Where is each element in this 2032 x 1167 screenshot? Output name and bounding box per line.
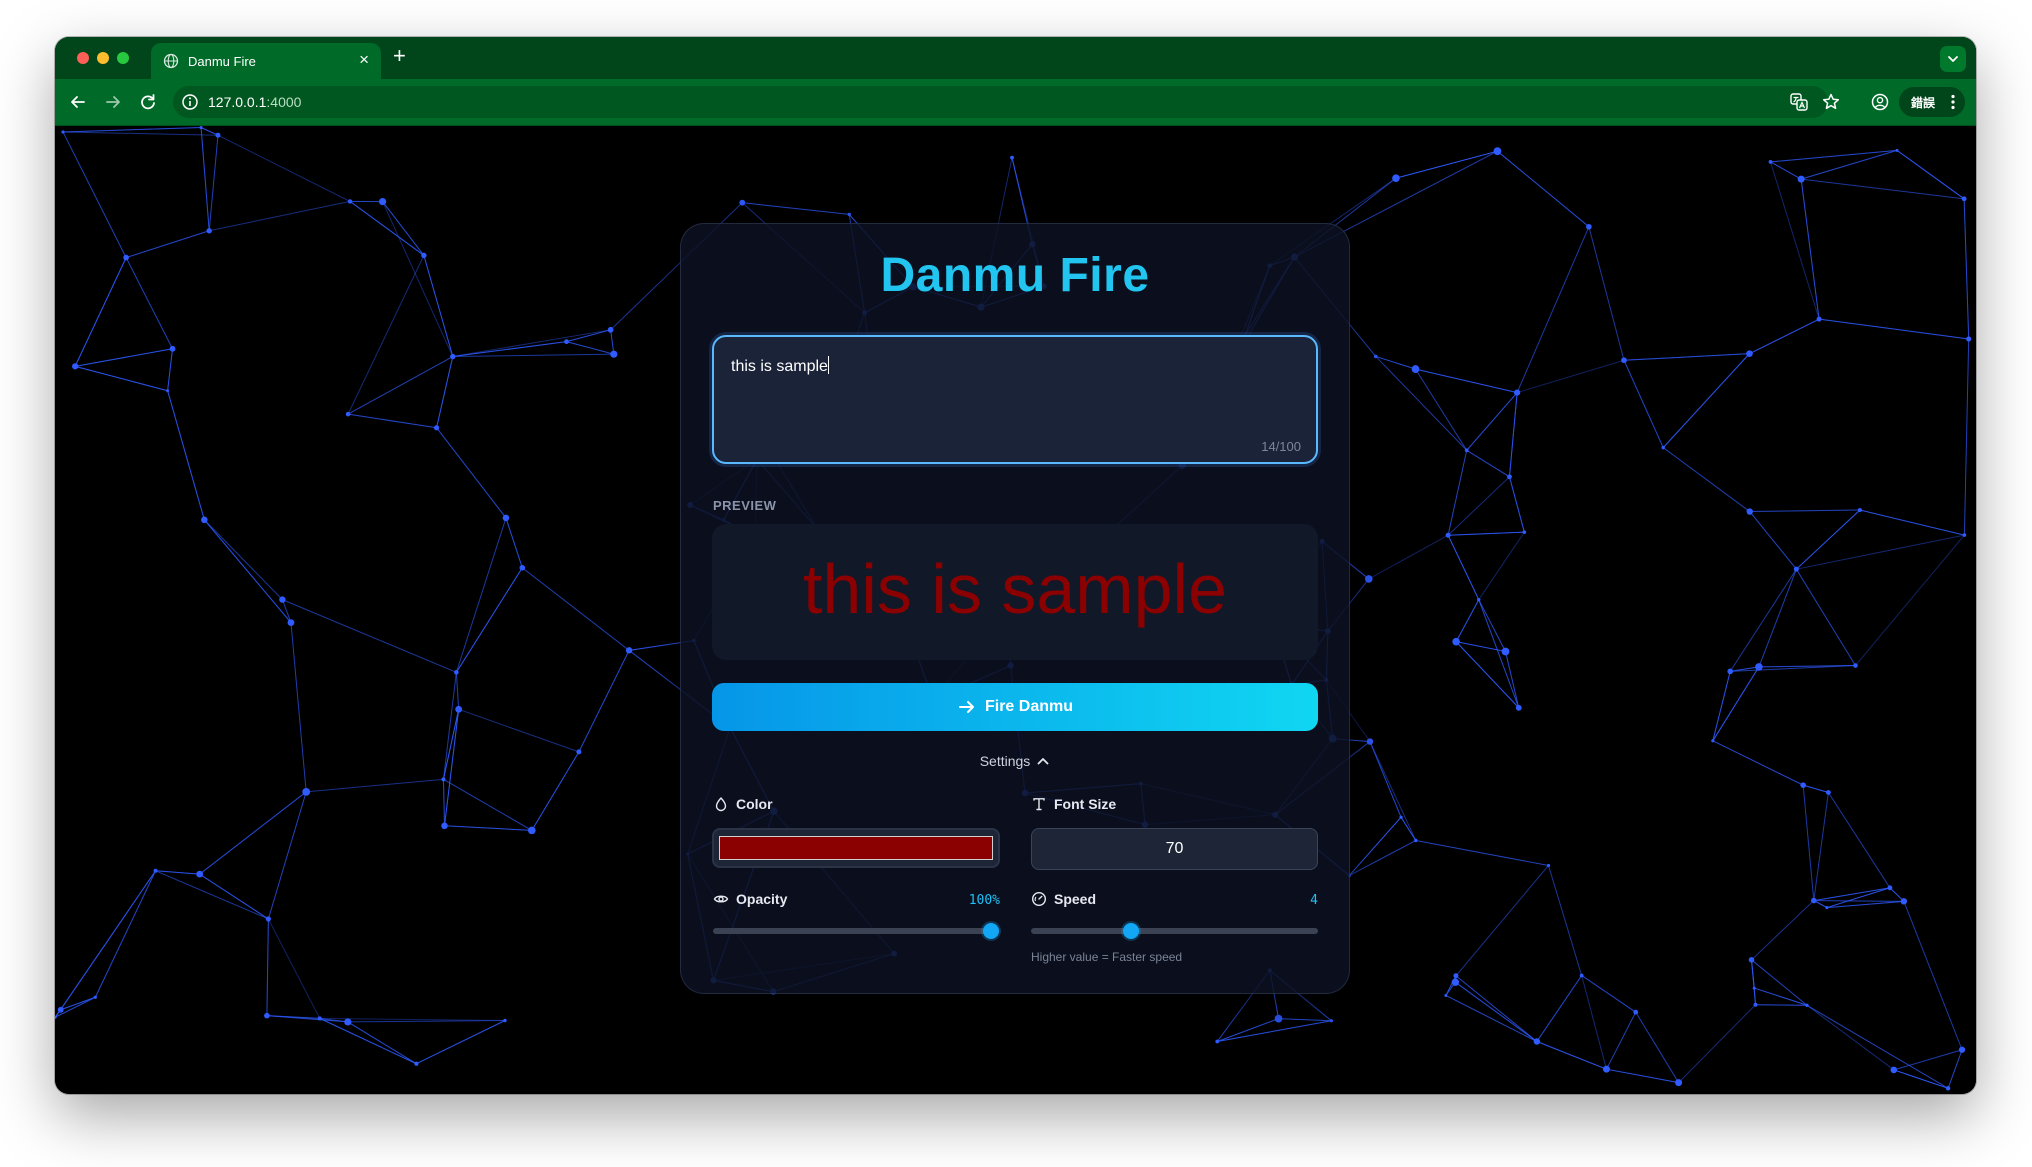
opacity-value: 100%	[968, 893, 1000, 908]
type-icon	[1033, 798, 1045, 811]
tab-strip: Danmu Fire × +	[55, 37, 1976, 79]
bookmark-star-icon[interactable]	[1820, 91, 1842, 113]
minimize-window-button[interactable]	[97, 52, 109, 64]
speed-value: 4	[1310, 893, 1318, 908]
settings-label: Settings	[979, 753, 1031, 769]
danmu-card: Danmu Fire this is sample 14/100 PREVIEW…	[680, 223, 1350, 994]
message-value: this is sample	[731, 358, 828, 375]
preview-text: this is sample	[802, 550, 1228, 628]
browser-window: Danmu Fire × + 127.0.0.1:4000 錯誤 Danmu F…	[55, 37, 1976, 1094]
color-swatch	[719, 836, 993, 860]
message-text: this is sample	[731, 356, 829, 376]
color-label: Color	[736, 796, 773, 812]
close-tab-icon[interactable]: ×	[359, 51, 369, 68]
opacity-slider[interactable]	[713, 923, 999, 939]
preview-label: PREVIEW	[713, 498, 777, 513]
message-textarea[interactable]: this is sample 14/100	[712, 335, 1318, 464]
settings-toggle[interactable]: Settings	[681, 753, 1349, 769]
fire-danmu-button[interactable]: Fire Danmu	[712, 683, 1318, 731]
close-window-button[interactable]	[77, 52, 89, 64]
character-count: 14/100	[1261, 439, 1301, 454]
browser-toolbar: 127.0.0.1:4000 錯誤	[55, 79, 1976, 126]
color-field-label: Color	[713, 796, 773, 812]
opacity-label: Opacity	[736, 891, 788, 907]
tab-title: Danmu Fire	[188, 54, 256, 69]
fire-danmu-label: Fire Danmu	[984, 698, 1073, 715]
text-caret	[827, 356, 829, 374]
opacity-field-label: Opacity	[713, 891, 787, 907]
speed-label: Speed	[1054, 891, 1097, 907]
profile-error-button[interactable]: 錯誤	[1899, 87, 1965, 117]
speed-hint: Higher value = Faster speed	[1031, 950, 1183, 964]
reload-icon[interactable]	[137, 91, 159, 113]
new-tab-button[interactable]: +	[393, 44, 406, 68]
font-size-field-label: Font Size	[1031, 796, 1116, 812]
translate-icon[interactable]	[1788, 91, 1810, 113]
globe-icon	[163, 53, 179, 69]
profile-label: 錯誤	[1911, 96, 1936, 110]
page-viewport: Danmu Fire this is sample 14/100 PREVIEW…	[55, 126, 1976, 1094]
preview-box: this is sample	[712, 524, 1318, 660]
url-host: 127.0.0.1	[208, 94, 267, 110]
address-bar[interactable]: 127.0.0.1:4000	[173, 86, 1828, 118]
speed-slider[interactable]	[1031, 923, 1318, 939]
arrow-right-icon	[958, 701, 974, 713]
back-arrow-icon[interactable]	[67, 91, 89, 113]
chevron-down-icon	[1948, 56, 1958, 62]
url-port: :4000	[266, 94, 302, 110]
maximize-window-button[interactable]	[117, 52, 129, 64]
tab-danmu-fire[interactable]: Danmu Fire ×	[151, 43, 381, 79]
gauge-icon	[1031, 891, 1047, 907]
font-size-label: Font Size	[1054, 796, 1117, 812]
chevron-up-icon	[1037, 758, 1049, 765]
droplet-icon	[715, 797, 727, 812]
tab-search-button[interactable]	[1940, 46, 1966, 72]
site-info-icon[interactable]	[181, 93, 199, 111]
speed-field-label: Speed	[1031, 891, 1096, 907]
font-size-input[interactable]: 70	[1031, 828, 1318, 870]
speed-slider-thumb[interactable]	[1123, 923, 1140, 939]
url-text: 127.0.0.1:4000	[208, 94, 301, 110]
account-icon[interactable]	[1869, 91, 1891, 113]
forward-arrow-icon[interactable]	[102, 91, 124, 113]
more-menu-icon[interactable]	[1951, 94, 1955, 110]
page-title: Danmu Fire	[880, 249, 1150, 302]
eye-icon	[713, 895, 729, 903]
color-picker[interactable]	[712, 828, 1000, 868]
opacity-slider-thumb[interactable]	[983, 923, 999, 939]
